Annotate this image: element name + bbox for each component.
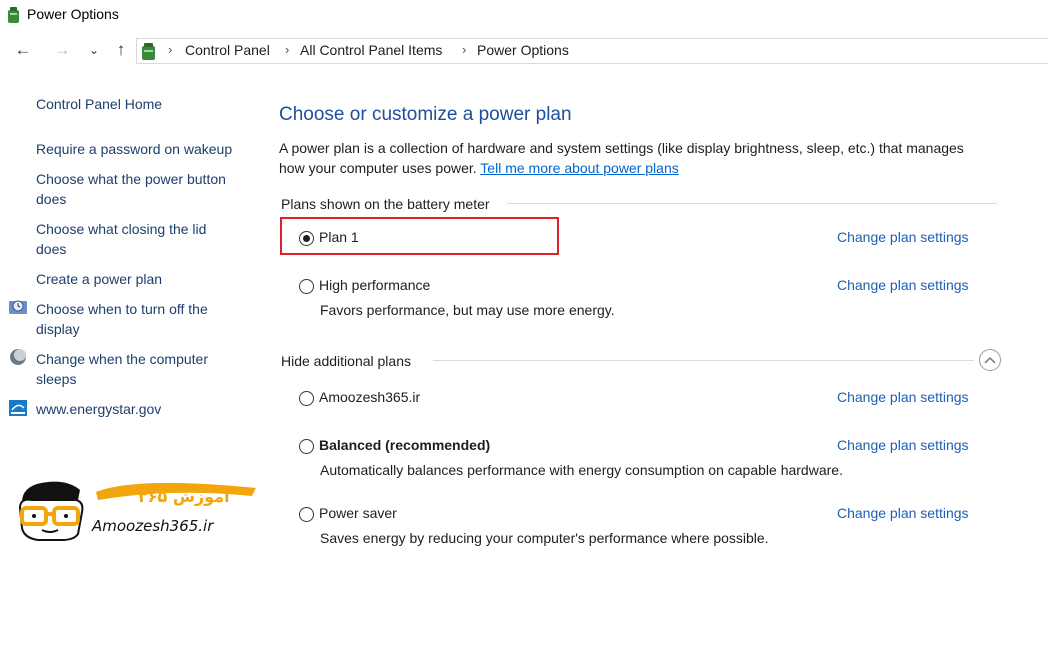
power-saver-description: Saves energy by reducing your computer's…: [320, 530, 769, 546]
breadcrumb-control-panel[interactable]: Control Panel: [185, 42, 270, 58]
power-saver-name: Power saver: [319, 505, 397, 521]
balanced-plan-radio[interactable]: [299, 439, 314, 454]
sidebar-link-computer-sleeps[interactable]: Change when the computer sleeps: [36, 349, 236, 389]
power-options-icon: [8, 7, 19, 23]
power-saver-radio[interactable]: [299, 507, 314, 522]
forward-arrow-icon[interactable]: →: [51, 39, 73, 61]
up-arrow-icon[interactable]: ↑: [110, 39, 132, 61]
breadcrumb-power-options[interactable]: Power Options: [477, 42, 569, 58]
sidebar-home-link[interactable]: Control Panel Home: [36, 94, 261, 114]
group-divider: [433, 360, 974, 361]
amoozesh-plan-name: Amoozesh365.ir: [319, 389, 421, 405]
back-arrow-icon[interactable]: ←: [12, 39, 34, 61]
plan-1-radio[interactable]: [299, 231, 314, 246]
control-panel-icon: [142, 43, 155, 60]
balanced-plan-description: Automatically balances performance with …: [320, 462, 843, 478]
breadcrumb-chevron-icon: ›: [462, 42, 467, 57]
sidebar-link-closing-lid[interactable]: Choose what closing the lid does: [36, 219, 226, 259]
battery-meter-group-label: Plans shown on the battery meter: [281, 196, 490, 212]
high-performance-name: High performance: [319, 277, 431, 293]
balanced-plan-change-settings-link[interactable]: Change plan settings: [837, 437, 969, 453]
high-performance-change-settings-link[interactable]: Change plan settings: [837, 277, 969, 293]
amoozesh-plan-change-settings-link[interactable]: Change plan settings: [837, 389, 969, 405]
sidebar-link-energystar[interactable]: www.energystar.gov: [36, 399, 261, 419]
plan-1-name: Plan 1: [319, 229, 359, 245]
radio-selected-dot: [303, 235, 310, 242]
breadcrumb-chevron-icon: ›: [285, 42, 290, 57]
breadcrumb-all-items[interactable]: All Control Panel Items: [300, 42, 442, 58]
sidebar-link-power-button[interactable]: Choose what the power button does: [36, 169, 251, 209]
breadcrumb-chevron-icon: ›: [168, 42, 173, 57]
sidebar-link-create-plan[interactable]: Create a power plan: [36, 269, 261, 289]
hide-additional-plans-label[interactable]: Hide additional plans: [281, 353, 411, 369]
high-performance-description: Favors performance, but may use more ene…: [320, 302, 615, 318]
amoozesh-plan-radio[interactable]: [299, 391, 314, 406]
sidebar-link-password-wakeup[interactable]: Require a password on wakeup: [36, 139, 261, 159]
group-divider: [507, 203, 997, 204]
plan-1-change-settings-link[interactable]: Change plan settings: [837, 229, 969, 245]
logo-lettering: آموزش ۳۶۵: [138, 486, 230, 506]
display-clock-icon: [9, 300, 27, 314]
sidebar-link-turn-off-display[interactable]: Choose when to turn off the display: [36, 299, 236, 339]
energy-star-icon: [9, 400, 27, 416]
high-performance-radio[interactable]: [299, 279, 314, 294]
sleep-moon-icon: [10, 349, 26, 365]
address-bar[interactable]: [136, 38, 1048, 64]
collapse-chevron-up-icon[interactable]: [979, 349, 1001, 371]
logo-text: Amoozesh365.ir: [92, 517, 214, 535]
learn-more-link[interactable]: Tell me more about power plans: [480, 160, 678, 176]
balanced-plan-name: Balanced (recommended): [319, 437, 491, 453]
recent-locations-chevron-icon[interactable]: ⌄: [83, 39, 105, 61]
title-bar: Power Options: [0, 0, 1048, 30]
page-description: A power plan is a collection of hardware…: [279, 138, 979, 178]
page-title: Choose or customize a power plan: [279, 104, 572, 125]
power-saver-change-settings-link[interactable]: Change plan settings: [837, 505, 969, 521]
window-title: Power Options: [27, 6, 119, 22]
